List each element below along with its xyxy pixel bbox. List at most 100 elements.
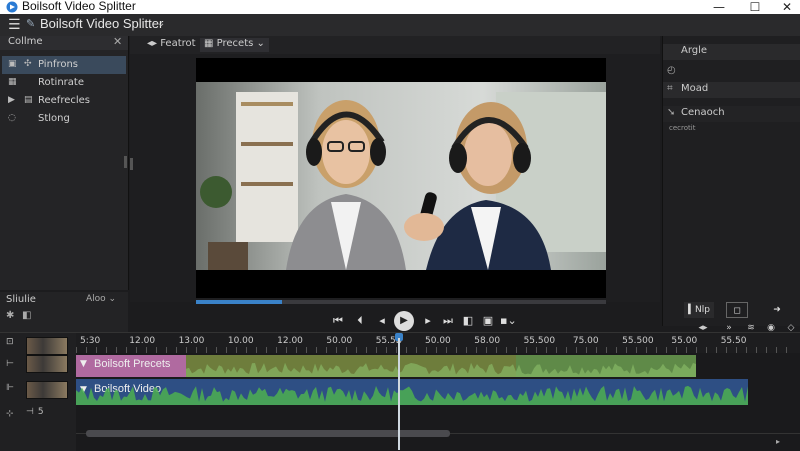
step-back-icon[interactable]: ◂ [374,312,390,330]
timeline-toggle-icon[interactable]: ⊡ [6,337,14,347]
section-cenaoch[interactable]: ➘ Cenaoch [663,106,800,122]
ruler-minor-tick [546,347,547,353]
ruler-minor-tick [186,347,187,353]
ruler-tick-label: 50.00 [425,336,451,346]
ruler-minor-tick [626,347,627,353]
playback-progress-bar[interactable] [196,300,606,304]
ruler-tick-label: 5:30 [80,336,101,346]
tab-precets[interactable]: ▦ Precets ⌄ [200,38,269,52]
playhead[interactable] [398,338,400,450]
ruler-minor-tick [116,347,117,353]
clock-icon: ◴ [667,65,676,76]
nav-label-button[interactable]: ▍Nlp [684,302,714,318]
more-options-icon[interactable]: ▪⌄ [500,312,517,330]
left-lower-selector[interactable]: Aloo ⌄ [86,294,116,304]
close-button[interactable]: ✕ [772,0,800,15]
time-ruler[interactable]: 5:30 12.00 13.00 10.00 12.00 50.00 55.5B 50.00 5… [76,333,800,353]
ruler-tick-label: 55.50 [720,336,747,346]
play-button[interactable]: ▶ [394,311,414,331]
close-panel-icon[interactable]: ✕ [113,35,122,48]
section-argle[interactable]: Argle [663,44,800,60]
ruler-minor-tick [586,347,587,353]
ruler-minor-tick [536,347,537,353]
ruler-minor-tick [566,347,567,353]
left-lower-label: Sliulie [6,294,36,305]
ruler-minor-tick [606,347,607,353]
left-item-label: Rotinrate [38,77,84,88]
section-label: Argle [681,45,708,56]
left-item-rotinrate[interactable]: ▦ Rotinrate [2,74,126,92]
track-audio-icon[interactable]: ⊩ [6,383,14,393]
settings-icon[interactable]: ✱ [6,310,14,321]
ruler-minor-tick [756,347,757,353]
project-name[interactable]: Boilsoft Video Splitter [40,16,163,31]
tag-icon: ◌ [8,113,16,123]
ruler-minor-tick [776,347,777,353]
hamburger-menu-icon[interactable]: ☰ [8,17,21,33]
ruler-minor-tick [246,347,247,353]
left-item-stlong[interactable]: ◌ Stlong [2,110,126,128]
ruler-minor-tick [106,347,107,353]
ruler-minor-tick [476,347,477,353]
video-track: ▼ Boilsoft Precets [76,355,800,377]
track-3-handle-icon[interactable]: ⊣ 5 [26,407,44,417]
title-bar: Boilsoft Video Splitter — ☐ ✕ [0,0,800,14]
transport-controls: ⏮ ⏴ ◂ ▶ ▸ ⏭ ◧ ▣ ▪⌄ [330,311,530,332]
video-preview[interactable] [196,58,606,298]
left-item-label: Stlong [38,113,70,124]
forward-button[interactable]: ➜ [762,302,792,318]
ruler-minor-tick [306,347,307,353]
ruler-tick-label: 55.500 [523,336,556,346]
expand-icon: ✣ [24,59,32,69]
ruler-tick-label: 12.00 [129,336,156,346]
minimize-button[interactable]: — [704,0,734,15]
add-track-icon[interactable]: ⊹ [6,409,14,419]
ruler-tick-label: 10.00 [227,336,254,346]
ruler-minor-tick [766,347,767,353]
bookmark-button[interactable]: ◻ [726,302,748,318]
ruler-minor-tick [716,347,717,353]
mark-in-icon[interactable]: ◧ [460,312,476,330]
track-video-icon[interactable]: ⊢ [6,359,14,369]
tab-featrot[interactable]: ◂▸ Featrot [144,38,199,52]
mark-out-icon[interactable]: ▣ [480,312,496,330]
section-moad[interactable]: ⌗ Moad [663,82,800,98]
step-forward-icon[interactable]: ▸ [420,312,436,330]
track2-waveform [76,385,748,405]
section-clock[interactable]: ◴ [663,64,800,80]
ruler-minor-tick [656,347,657,353]
left-item-label: Pinfrons [38,59,79,70]
project-dropdown-icon[interactable]: ⌄ [157,18,165,29]
ruler-minor-tick [286,347,287,353]
maximize-button[interactable]: ☐ [740,0,770,15]
ruler-minor-tick [266,347,267,353]
ruler-minor-tick [736,347,737,353]
left-item-pinfrons[interactable]: ▣ ✣ Pinfrons [2,56,126,74]
left-panel-scrollbar[interactable] [124,156,127,168]
ruler-tick-label: 13.00 [178,336,205,346]
left-panel-header: Collme ✕ [0,35,128,50]
ruler-minor-tick [506,347,507,353]
ruler-minor-tick [336,347,337,353]
ruler-minor-tick [256,347,257,353]
stage-splitter[interactable] [130,158,133,170]
left-panel: Collme ✕ ▣ ✣ Pinfrons ▦ Rotinrate ▶ ▤ Re… [0,35,129,290]
ruler-minor-tick [376,347,377,353]
ruler-minor-tick [166,347,167,353]
ruler-minor-tick [596,347,597,353]
ruler-minor-tick [456,347,457,353]
left-panel-title: Collme [8,36,43,47]
ruler-minor-tick [206,347,207,353]
left-item-reefrecles[interactable]: ▶ ▤ Reefrecles [2,92,126,110]
split-icon[interactable]: ◧ [22,310,31,321]
ruler-minor-tick [696,347,697,353]
clip-precets[interactable]: ▼ Boilsoft Precets [76,355,186,377]
section-label: Cenaoch [681,107,725,118]
video-frame [196,82,606,270]
skip-to-start-icon[interactable]: ⏮ [330,312,346,330]
previous-frame-icon[interactable]: ⏴ [352,312,368,330]
skip-to-end-icon[interactable]: ⏭ [440,312,456,330]
ruler-minor-tick [666,347,667,353]
scroll-right-icon[interactable]: ▸ [776,437,780,446]
timeline-scrollbar[interactable] [86,430,450,437]
